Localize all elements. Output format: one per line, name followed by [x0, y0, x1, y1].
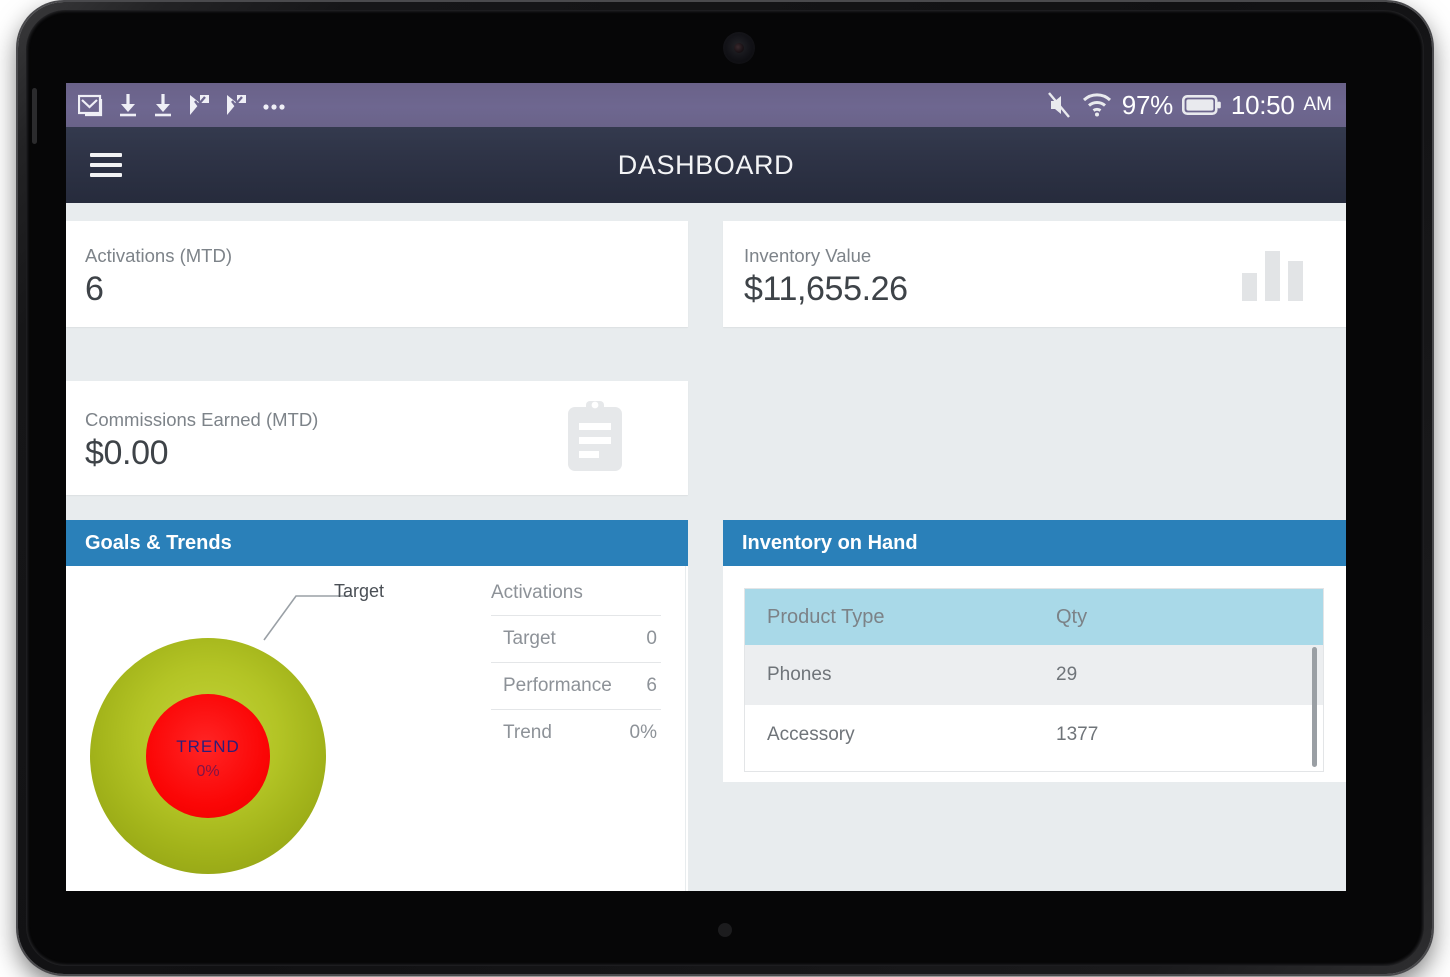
activations-stats-list: Activations Target 0 Performance 6 Trend…	[491, 582, 661, 756]
mute-icon	[1047, 92, 1070, 118]
hamburger-menu-icon[interactable]	[85, 148, 127, 182]
table-header-row: Product Type Qty	[745, 589, 1323, 645]
inventory-table: Product Type Qty Phones 29 Accessory 137…	[745, 589, 1323, 765]
clock-ampm: AM	[1303, 94, 1333, 115]
cell-qty: 29	[1034, 645, 1323, 705]
battery-icon	[1181, 95, 1221, 115]
wifi-icon	[1082, 93, 1111, 117]
gauge-center-label: TREND	[176, 737, 240, 756]
check-flag-icon	[190, 95, 209, 115]
stats-title: Activations	[491, 582, 583, 603]
stat-value: 0%	[629, 722, 657, 743]
tablet-screen: 97% 10:50 AM DASHBOARD Activations (MTD)…	[66, 83, 1346, 891]
stat-value: 0	[646, 628, 657, 649]
column-header-product-type[interactable]: Product Type	[745, 589, 1034, 645]
dashboard-content: Activations (MTD) 6 Inventory Value $11,…	[66, 203, 1346, 891]
gmail-icon	[78, 94, 103, 117]
check-flag-icon	[227, 95, 246, 115]
kpi-card-activations[interactable]: Activations (MTD) 6	[66, 221, 688, 327]
stat-row-target: Target 0	[491, 615, 661, 662]
status-bar-notifications	[78, 92, 289, 118]
battery-percent-label: 97%	[1121, 89, 1173, 120]
cell-product-type: Accessory	[745, 705, 1034, 765]
clipboard-icon	[568, 401, 622, 471]
panel-title: Goals & Trends	[66, 520, 688, 566]
overflow-dots-icon[interactable]	[261, 92, 289, 118]
home-button[interactable]	[718, 923, 732, 937]
camera-lens	[734, 43, 744, 53]
panel-title: Inventory on Hand	[723, 520, 1346, 566]
kpi-value: 6	[85, 270, 104, 308]
page-title: DASHBOARD	[617, 149, 795, 180]
inventory-table-container[interactable]: Product Type Qty Phones 29 Accessory 137…	[744, 588, 1324, 772]
cell-qty: 1377	[1034, 705, 1323, 765]
stat-row-trend: Trend 0%	[491, 709, 661, 756]
stat-label: Target	[503, 628, 556, 649]
panel-goals-and-trends: Goals & Trends Target TREND 0% Activatio…	[66, 520, 688, 891]
power-button[interactable]	[32, 88, 37, 144]
gauge-center-value: 0%	[196, 763, 219, 780]
status-bar: 97% 10:50 AM	[66, 83, 1346, 127]
column-header-qty[interactable]: Qty	[1034, 589, 1323, 645]
bar-chart-icon	[1242, 249, 1304, 301]
stat-value: 6	[646, 675, 657, 696]
trend-gauge[interactable]: TREND 0%	[78, 574, 468, 891]
table-row[interactable]: Accessory 1377	[745, 705, 1323, 765]
download-icon	[155, 94, 171, 117]
table-row[interactable]: Phones 29	[745, 645, 1323, 705]
stat-label: Trend	[503, 722, 552, 743]
stat-row-performance: Performance 6	[491, 662, 661, 709]
stat-label: Performance	[503, 675, 612, 696]
kpi-card-commissions[interactable]: Commissions Earned (MTD) $0.00	[66, 381, 688, 495]
panel-inventory-on-hand: Inventory on Hand Product Type Qty Phone…	[723, 520, 1346, 782]
clock-time: 10:50	[1230, 89, 1295, 120]
inventory-table-scrollbar[interactable]	[1312, 647, 1317, 767]
status-bar-system: 97% 10:50 AM	[1046, 90, 1332, 121]
cell-product-type: Phones	[745, 645, 1034, 705]
panel-divider	[685, 566, 686, 891]
kpi-card-inventory-value[interactable]: Inventory Value $11,655.26	[723, 221, 1346, 327]
front-camera	[723, 32, 755, 64]
app-bar: DASHBOARD	[66, 127, 1346, 203]
kpi-label: Activations (MTD)	[85, 245, 232, 266]
goals-panel-body: Target TREND 0% Activations Target 0 Per…	[66, 566, 688, 891]
download-icon	[120, 94, 136, 117]
